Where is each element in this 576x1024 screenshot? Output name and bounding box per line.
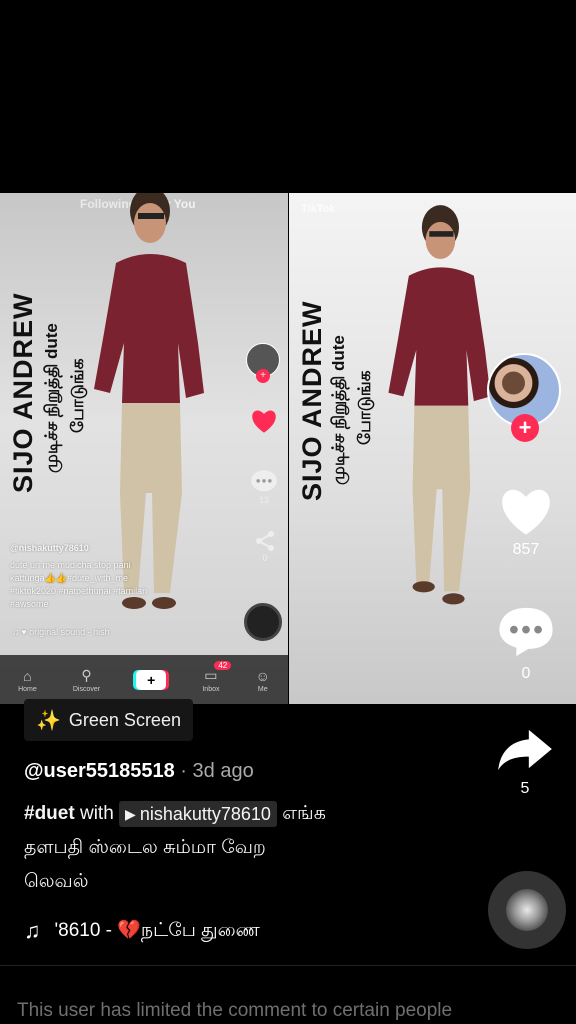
music-title: '8610 - 💔நட்பே துணை [54, 920, 260, 941]
comment-button[interactable]: 0 [497, 605, 555, 683]
caption-line-3: லெவல் [24, 871, 89, 892]
comment-icon [499, 607, 553, 657]
comment-icon [251, 470, 277, 492]
plus-icon: + [136, 670, 167, 690]
inner-tab-me[interactable]: ☺ Me [256, 668, 270, 693]
inner-tab-me-label: Me [257, 685, 268, 693]
duet-username: nishakutty78610 [139, 804, 271, 824]
inner-tab-home-label: Home [18, 685, 37, 693]
inner-comment[interactable]: 13 [250, 469, 278, 505]
right-person-figure [388, 205, 491, 605]
music-note-icon: ♫ ♥ [12, 627, 30, 637]
music-row[interactable]: ♫ '8610 - 💔நட்பே துணை [24, 918, 260, 944]
left-vertical-sub1: முடிச்ச நிறுத்தி dute [42, 323, 61, 473]
share-count: 5 [520, 780, 530, 797]
home-icon: ⌂ [23, 667, 32, 684]
heart-icon [252, 410, 276, 433]
author-username[interactable]: @user55185518 [24, 760, 175, 782]
inner-disc-icon[interactable] [244, 603, 282, 641]
post-caption: #duet with ▶ nishakutty78610 எங்க தளபதி … [24, 797, 444, 899]
inbox-icon: ▭ [204, 667, 218, 683]
inner-tab-create[interactable]: + [136, 670, 167, 690]
inner-caption-2: kattunga👍👍#dute_with_me [10, 573, 128, 583]
share-button[interactable]: 5 [496, 726, 554, 798]
like-count: 857 [512, 541, 540, 558]
inner-username[interactable]: @nishakutty78610 [10, 542, 89, 555]
inner-sound-label: original sound - nish [29, 627, 110, 637]
left-video-pane[interactable]: Following For You SIJO ANDREW முடிச்ச நி… [0, 193, 288, 704]
right-video-pane[interactable]: TikTok SIJO ANDREW முடிச்ச நிறுத்தி dute… [289, 193, 576, 704]
duet-video[interactable]: Following For You SIJO ANDREW முடிச்ச நி… [0, 193, 576, 704]
inner-share-count: 0 [262, 553, 268, 563]
inner-caption-4: #awsome [10, 599, 49, 609]
like-button[interactable]: 857 [497, 485, 555, 559]
inner-avatar[interactable]: + [246, 343, 280, 383]
duet-hashtag[interactable]: #duet [24, 803, 75, 824]
inner-tab-inbox-label: Inbox [202, 686, 220, 693]
sparkle-icon: ✨ [36, 709, 61, 732]
inner-tab-discover[interactable]: ⚲ Discover [73, 667, 100, 693]
post-time: 3d ago [192, 760, 254, 782]
inner-like[interactable] [250, 408, 278, 434]
time-separator: · [174, 760, 193, 782]
follow-plus-icon[interactable]: + [511, 414, 539, 442]
caption-with: with [79, 803, 114, 824]
green-screen-label: Green Screen [68, 709, 181, 730]
right-vertical-title: SIJO ANDREW [297, 300, 327, 501]
caption-line-2: தளபதி ஸ்டைல சும்மா வேற [24, 837, 266, 858]
inner-caption-3: #tiktok2020 #natpethunai #tamilan [10, 586, 148, 596]
inbox-badge: 42 [214, 661, 232, 670]
disc-icon [506, 889, 548, 931]
inner-comment-count: 13 [258, 495, 269, 505]
inner-tab-bar: ⌂ Home ⚲ Discover + ▭ 42 Inbox ☺ Me [0, 655, 288, 704]
inner-tab-home[interactable]: ⌂ Home [18, 668, 37, 693]
caption-rest-1: எங்க [282, 803, 326, 824]
me-icon: ☺ [255, 667, 270, 684]
right-vertical-sub1: முடிச்ச நிறுத்தி dute [329, 335, 348, 485]
post-author[interactable]: @user55185518 · 3d ago [24, 760, 254, 783]
inner-tab-inbox[interactable]: ▭ 42 Inbox [202, 661, 232, 693]
green-screen-chip[interactable]: ✨ Green Screen [24, 699, 193, 741]
comment-count: 0 [521, 665, 531, 682]
right-vertical-sub2: போடுங்க [355, 370, 374, 445]
left-vertical-title: SIJO ANDREW [8, 292, 38, 493]
inner-tab-discover-label: Discover [72, 686, 101, 693]
play-icon: ▶ [125, 806, 136, 822]
duet-user-chip[interactable]: ▶ nishakutty78610 [119, 801, 277, 827]
heart-icon [502, 489, 550, 535]
inner-caption-1: dute un me mudicha stop pani [10, 560, 131, 570]
share-icon [498, 729, 552, 771]
music-note-icon: ♫ [24, 918, 41, 943]
music-disc-icon[interactable] [488, 871, 566, 949]
comment-restriction-notice: This user has limited the comment to cer… [17, 1000, 453, 1021]
tiktok-watermark: TikTok [301, 203, 336, 215]
share-icon [256, 531, 274, 551]
inner-sound[interactable]: ♫ ♥ original sound - nish [12, 626, 110, 639]
divider [0, 965, 576, 966]
screen: Following For You SIJO ANDREW முடிச்ச நி… [0, 0, 576, 1024]
inner-share[interactable]: 0 [252, 529, 278, 563]
discover-icon: ⚲ [81, 667, 92, 683]
